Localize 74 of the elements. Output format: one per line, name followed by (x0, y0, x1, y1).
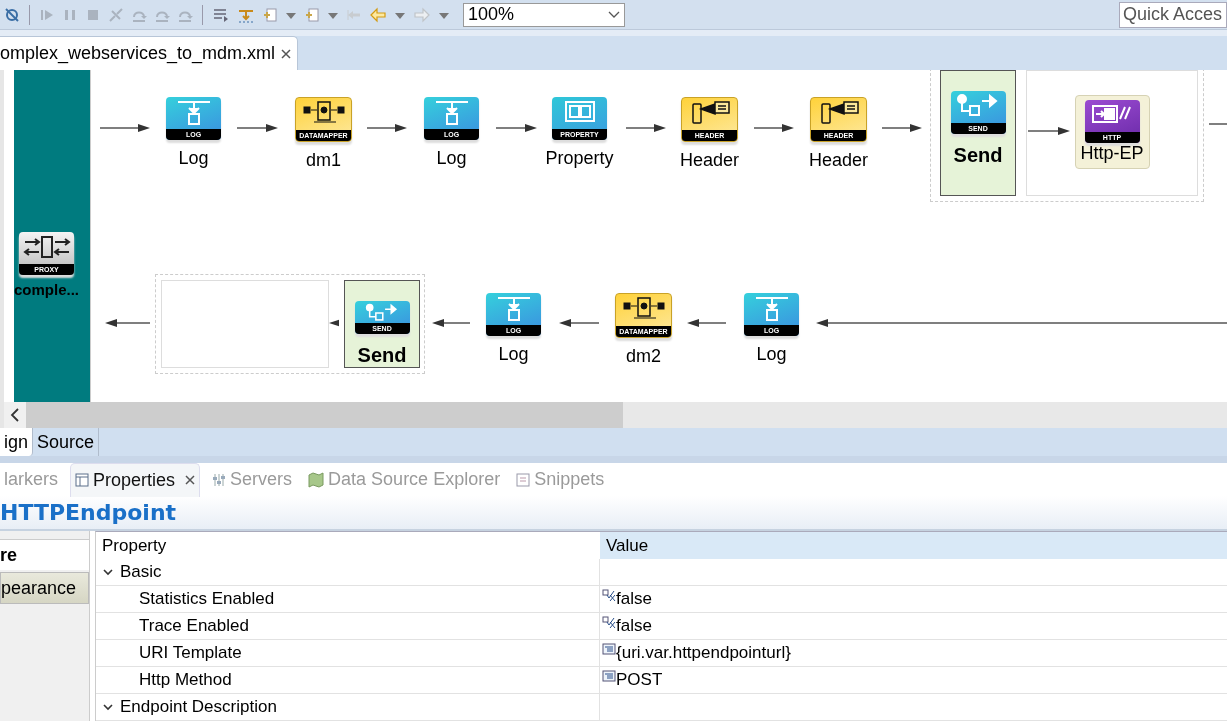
property-name: Basic (120, 562, 162, 582)
node-label: comple... (14, 281, 80, 298)
connector-arrow (626, 123, 666, 133)
node-label: Log (498, 344, 529, 364)
chevron-down-icon[interactable] (102, 701, 114, 713)
property-name: Trace Enabled (139, 616, 249, 636)
property-value[interactable]: {uri.var.httpendpointurl} (616, 643, 791, 663)
node-label: Header (808, 150, 868, 170)
connector-arrow (329, 318, 339, 328)
page-tab[interactable]: ign (0, 428, 34, 456)
annotation-nav-icon[interactable] (304, 6, 320, 23)
connector-arrow (432, 318, 470, 328)
connector-arrow (687, 318, 726, 328)
exchange-arrows-icon (22, 234, 71, 260)
mapper-gear-icon (301, 100, 346, 126)
side-tab[interactable]: re (0, 539, 89, 570)
back-arrow-icon[interactable] (369, 6, 387, 23)
property-value[interactable]: false (616, 589, 652, 609)
check-cross-icon (602, 589, 616, 603)
view-tab[interactable]: Properties (70, 462, 201, 497)
column-header[interactable]: Property (96, 532, 600, 559)
connector-arrow (882, 123, 922, 133)
zoom-combo[interactable]: 100% (463, 2, 625, 27)
connector-arrow (100, 123, 150, 133)
quick-access-field[interactable]: Quick Acces (1119, 1, 1227, 28)
table-icon (75, 473, 89, 487)
list-icon (602, 643, 616, 657)
chevron-down-icon[interactable] (102, 566, 114, 578)
connector-arrow (496, 123, 537, 133)
chevron-down-icon (608, 10, 620, 19)
check-cross-icon (602, 616, 616, 630)
sliders-icon (212, 472, 227, 487)
close-icon[interactable] (281, 48, 292, 59)
list-arrow-icon[interactable] (212, 6, 230, 23)
node-label: Send (357, 344, 407, 367)
node-label: Log (436, 148, 467, 168)
property-name: URI Template (139, 643, 242, 663)
connector-arrow (1028, 126, 1070, 136)
map-icon (308, 471, 325, 488)
chevron-left-icon (10, 408, 20, 422)
property-name: Http Method (139, 670, 232, 690)
node-label: Header (679, 150, 739, 170)
forward-arrow-icon[interactable] (413, 6, 431, 23)
list-icon (602, 670, 616, 684)
side-tab[interactable]: pearance (0, 572, 89, 604)
mapper-gear-icon (621, 296, 666, 322)
node-label: dm2 (626, 346, 661, 366)
property-value[interactable]: false (616, 616, 652, 636)
node-label: Send (953, 144, 1003, 167)
page-tab[interactable]: Source (33, 428, 100, 456)
connector-arrow (559, 318, 599, 328)
connector-arrow (105, 318, 150, 328)
node-label: Log (756, 344, 787, 364)
connector-line (1209, 123, 1227, 125)
node-label: Http-EP (1080, 143, 1144, 163)
editor-tab[interactable]: omplex_webservices_to_mdm.xml (0, 36, 299, 70)
connector-arrow (367, 123, 407, 133)
scroll-left-button[interactable] (4, 402, 26, 428)
connector-arrow (754, 123, 794, 133)
skip-breakpoints-icon[interactable] (4, 6, 20, 23)
snippet-icon (516, 472, 531, 487)
send-arrow-icon (956, 93, 1000, 119)
node-label: Log (178, 148, 209, 168)
node-label: Property (545, 148, 614, 168)
disconnect-icon[interactable] (108, 6, 124, 23)
property-name: Endpoint Description (120, 697, 277, 717)
node-label: dm1 (306, 150, 341, 170)
property-name: Statistics Enabled (139, 589, 275, 609)
close-icon[interactable] (185, 475, 196, 485)
scrollbar-thumb[interactable] (26, 402, 623, 428)
property-value[interactable]: POST (616, 670, 663, 690)
column-header[interactable]: Value (600, 532, 1227, 559)
connector-arrow (237, 123, 278, 133)
annotation-nav-icon[interactable] (262, 6, 278, 23)
